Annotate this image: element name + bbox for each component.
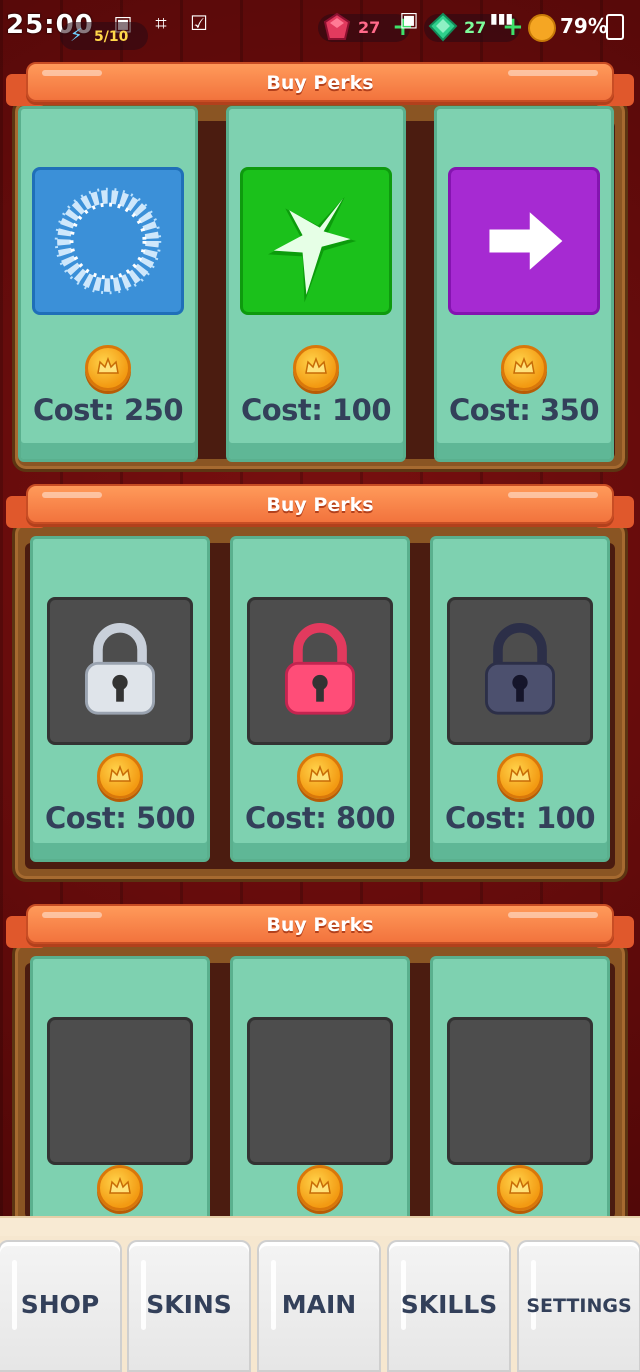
coin-icon: [297, 753, 343, 799]
coin-icon: [497, 753, 543, 799]
nav-shop-button[interactable]: SHOP: [0, 1240, 122, 1372]
board-title: Buy Perks: [266, 914, 374, 936]
perk-card-locked[interactable]: Cost: 100: [430, 536, 610, 862]
empty-slot: [47, 1017, 193, 1165]
nav-skins-label: SKINS: [146, 1290, 232, 1319]
coin-icon: [297, 1165, 343, 1211]
battery-saver-icon: ▣: [399, 7, 419, 31]
dark-lock-icon: [447, 597, 593, 745]
perk-card-locked[interactable]: Cost: 500: [30, 536, 210, 862]
diamond-icon: [428, 12, 458, 42]
coin-icon: [501, 345, 547, 391]
frost-ring-icon: [32, 167, 184, 315]
arrow-right-icon: [448, 167, 600, 315]
battery-icon: [606, 14, 624, 40]
shuriken-star-icon: [240, 167, 392, 315]
nav-shop-label: SHOP: [20, 1290, 100, 1319]
coin-icon: [97, 753, 143, 799]
perk-board-3: Buy Perks: [4, 902, 636, 1246]
nav-settings-button[interactable]: SETTINGS: [517, 1240, 640, 1372]
board-banner: Buy Perks: [6, 60, 634, 106]
perk-card[interactable]: Cost: 100: [226, 106, 406, 462]
nav-skills-label: SKILLS: [400, 1290, 498, 1319]
signal-icon: ▮▮▮: [490, 11, 514, 27]
perk-cost: Cost: 800: [244, 801, 396, 835]
perk-cost: Cost: 500: [44, 801, 196, 835]
nav-main-button[interactable]: MAIN: [257, 1240, 381, 1372]
energy-counter[interactable]: ⚡ 5/10: [60, 22, 148, 50]
empty-slot: [447, 1017, 593, 1165]
coin-icon: [497, 1165, 543, 1211]
perk-cost: Cost: 100: [444, 801, 596, 835]
perk-board-1: Cost: 250 Cost: 100 Cost: 350 Buy Perks: [4, 60, 636, 472]
perk-card-locked[interactable]: Cost: 800: [230, 536, 410, 862]
perk-cost: Cost: 250: [32, 393, 184, 427]
status-bar: 25:00 ▣ ⌗ ☑ ⚡ 5/10 27 + 27 + ▣ ▮▮▮ 79%: [0, 0, 640, 52]
lightning-icon: ⚡: [70, 25, 83, 46]
perk-board-2: Cost: 500 Cost: 800 Cost: 100 Buy Perks: [4, 482, 636, 882]
ruby-icon: [323, 12, 351, 40]
board-banner: Buy Perks: [6, 902, 634, 948]
bottom-nav: SHOP SKINS MAIN SKILLS SETTINGS: [0, 1216, 640, 1372]
perk-cost: Cost: 100: [240, 393, 392, 427]
perk-card[interactable]: Cost: 350: [434, 106, 614, 462]
perk-card-empty[interactable]: [230, 956, 410, 1246]
gem-counter[interactable]: 27 +: [318, 12, 414, 42]
nav-main-label: MAIN: [281, 1290, 357, 1319]
empty-slot: [247, 1017, 393, 1165]
silver-lock-icon: [47, 597, 193, 745]
energy-value: 5/10: [94, 29, 129, 45]
crop-icon: ⌗: [155, 11, 167, 35]
coin-icon: [85, 345, 131, 391]
nav-skins-button[interactable]: SKINS: [127, 1240, 251, 1372]
nav-settings-label: SETTINGS: [526, 1295, 632, 1317]
board-banner: Buy Perks: [6, 482, 634, 528]
board-title: Buy Perks: [266, 494, 374, 516]
battery-percent: 79%: [560, 14, 608, 38]
coin-icon: [293, 345, 339, 391]
coin-hud-icon: [528, 14, 556, 42]
check-icon: ☑: [190, 11, 208, 35]
coin-icon: [97, 1165, 143, 1211]
diamond-value: 27: [464, 18, 487, 37]
perk-cost: Cost: 350: [448, 393, 600, 427]
pink-lock-icon: [247, 597, 393, 745]
nav-skills-button[interactable]: SKILLS: [387, 1240, 511, 1372]
perk-card[interactable]: Cost: 250: [18, 106, 198, 462]
perk-card-empty[interactable]: [430, 956, 610, 1246]
gem-value: 27: [358, 18, 381, 37]
perk-card-empty[interactable]: [30, 956, 210, 1246]
board-title: Buy Perks: [266, 72, 374, 94]
